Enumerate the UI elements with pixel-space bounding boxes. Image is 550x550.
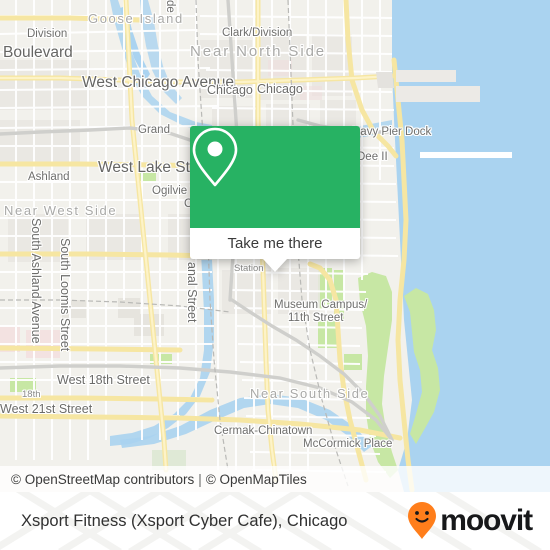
- attribution-tiles[interactable]: © OpenMapTiles: [206, 472, 307, 487]
- page-title: Xsport Fitness (Xsport Cyber Cafe), Chic…: [21, 492, 347, 550]
- popup-pointer-tail: [263, 259, 287, 272]
- popup-image-area: [190, 126, 360, 228]
- take-me-there-label: Take me there: [227, 235, 323, 252]
- location-pin-icon: [192, 127, 238, 187]
- moovit-wordmark: moovit: [440, 504, 533, 537]
- moovit-smiley-pin-icon: [408, 502, 437, 539]
- take-me-there-button[interactable]: Take me there: [190, 228, 360, 259]
- map-attribution: © OpenStreetMap contributors | © OpenMap…: [0, 466, 550, 492]
- attribution-osm[interactable]: © OpenStreetMap contributors: [11, 472, 194, 487]
- location-popup[interactable]: Take me there: [190, 126, 360, 272]
- moovit-logo[interactable]: moovit: [407, 492, 533, 550]
- attribution-separator: |: [198, 471, 202, 487]
- map-screenshot: Goose Island Division Clark/Division Boulev…: [0, 0, 550, 550]
- footer-bar: Xsport Fitness (Xsport Cyber Cafe), Chic…: [0, 492, 550, 550]
- footer-title-text: Xsport Fitness (Xsport Cyber Cafe), Chic…: [21, 511, 348, 530]
- map-canvas[interactable]: Goose Island Division Clark/Division Boulev…: [0, 0, 550, 492]
